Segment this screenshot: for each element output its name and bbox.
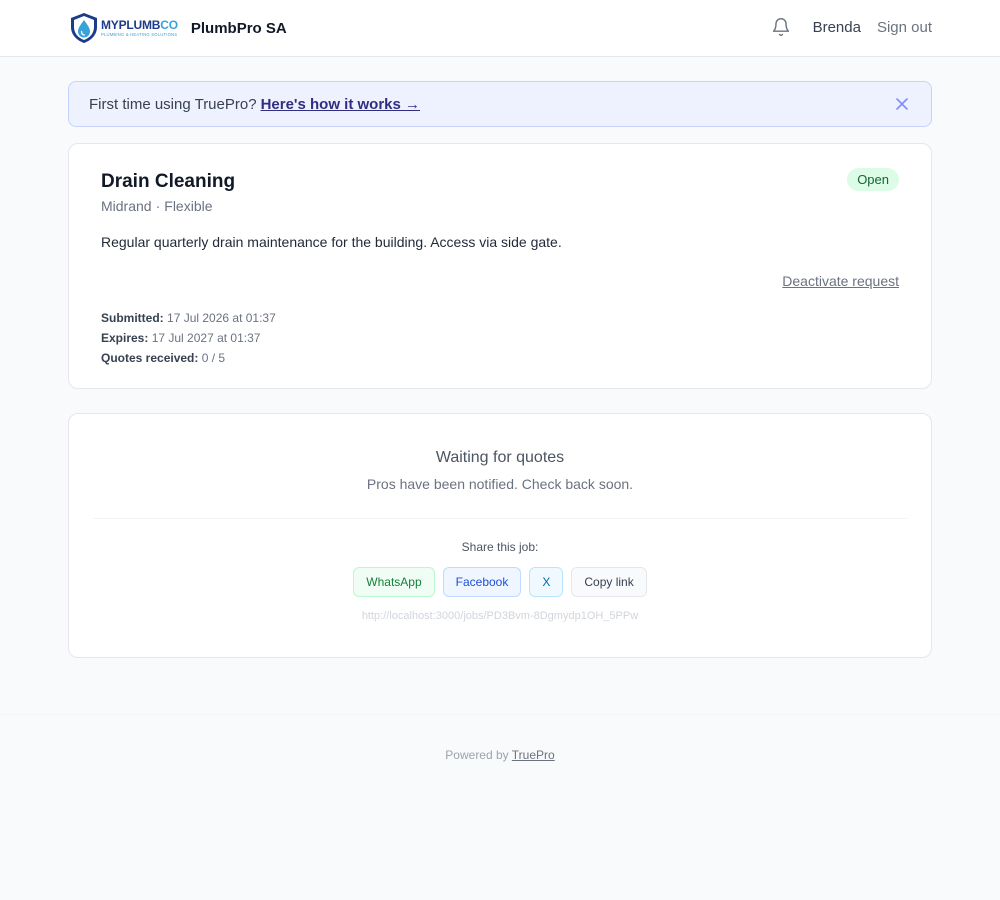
sign-out-link[interactable]: Sign out [877,19,932,36]
logo-text: MYPLUMBCO PLUMBING & HEATING SOLUTIONS [101,19,178,37]
meta-separator: · [155,198,161,214]
deactivate-request-link[interactable]: Deactivate request [782,273,899,289]
submitted-row: Submitted: 17 Jul 2026 at 01:37 [101,308,276,328]
powered-by-text: Powered by [445,748,509,762]
job-details-card: Drain Cleaning Midrand · Flexible Open Reg… [68,143,932,389]
job-timing: Flexible [164,198,213,214]
quotes-row: Quotes received: 0 / 5 [101,348,276,368]
quotes-card: Waiting for quotes Pros have been notifi… [68,413,932,658]
quotes-value: 0 / 5 [201,351,226,365]
top-navbar: MYPLUMBCO PLUMBING & HEATING SOLUTIONS P… [0,0,1000,57]
footer: Powered by TruePro [0,714,1000,900]
share-label: Share this job: [461,540,539,554]
job-description: Regular quarterly drain maintenance for … [101,234,562,250]
job-title: Drain Cleaning [101,171,236,192]
job-meta: Midrand · Flexible [101,198,213,214]
how-it-works-link[interactable]: Here's how it works → [261,96,420,113]
bell-icon[interactable] [771,17,791,37]
company-logo[interactable]: MYPLUMBCO PLUMBING & HEATING SOLUTIONS [69,12,178,44]
truepro-link[interactable]: TruePro [512,748,555,762]
company-name[interactable]: PlumbPro SA [191,20,287,37]
submitted-value: 17 Jul 2026 at 01:37 [167,311,276,325]
status-badge: Open [847,168,899,191]
onboarding-banner: First time using TruePro? Here's how it … [68,81,932,127]
waiting-title: Waiting for quotes [435,449,565,466]
footer-text: Powered by TruePro [0,748,1000,762]
expires-label: Expires: [101,331,149,345]
waiting-subtitle: Pros have been notified. Check back soon… [366,476,634,492]
share-whatsapp-button[interactable]: WhatsApp [353,567,435,597]
job-location: Midrand [101,198,152,214]
user-nav: Brenda Sign out [771,17,932,37]
logo-tagline: PLUMBING & HEATING SOLUTIONS [101,31,178,37]
share-facebook-button[interactable]: Facebook [442,567,522,597]
logo-word-part-2: CO [160,17,178,32]
brand: MYPLUMBCO PLUMBING & HEATING SOLUTIONS P… [69,12,287,44]
submitted-label: Submitted: [101,311,164,325]
close-icon[interactable] [895,97,909,111]
divider [93,518,907,519]
shield-drop-icon [71,13,97,43]
expires-value: 17 Jul 2027 at 01:37 [151,331,261,345]
share-url: http://localhost:3000/jobs/PD3Bvm-8Dgmyd… [361,610,639,622]
quotes-label: Quotes received: [101,351,199,365]
user-name: Brenda [812,18,861,36]
share-x-button[interactable]: X [529,567,564,597]
expires-row: Expires: 17 Jul 2027 at 01:37 [101,328,276,348]
copy-link-button[interactable]: Copy link [571,567,647,597]
share-buttons: WhatsApp Facebook X Copy link [69,567,931,597]
logo-word-part-1: MYPLUMB [101,17,161,32]
job-info-list: Submitted: 17 Jul 2026 at 01:37 Expires:… [101,308,276,368]
banner-text: First time using TruePro? [89,95,257,113]
logo-wordmark: MYPLUMBCO [101,19,178,31]
